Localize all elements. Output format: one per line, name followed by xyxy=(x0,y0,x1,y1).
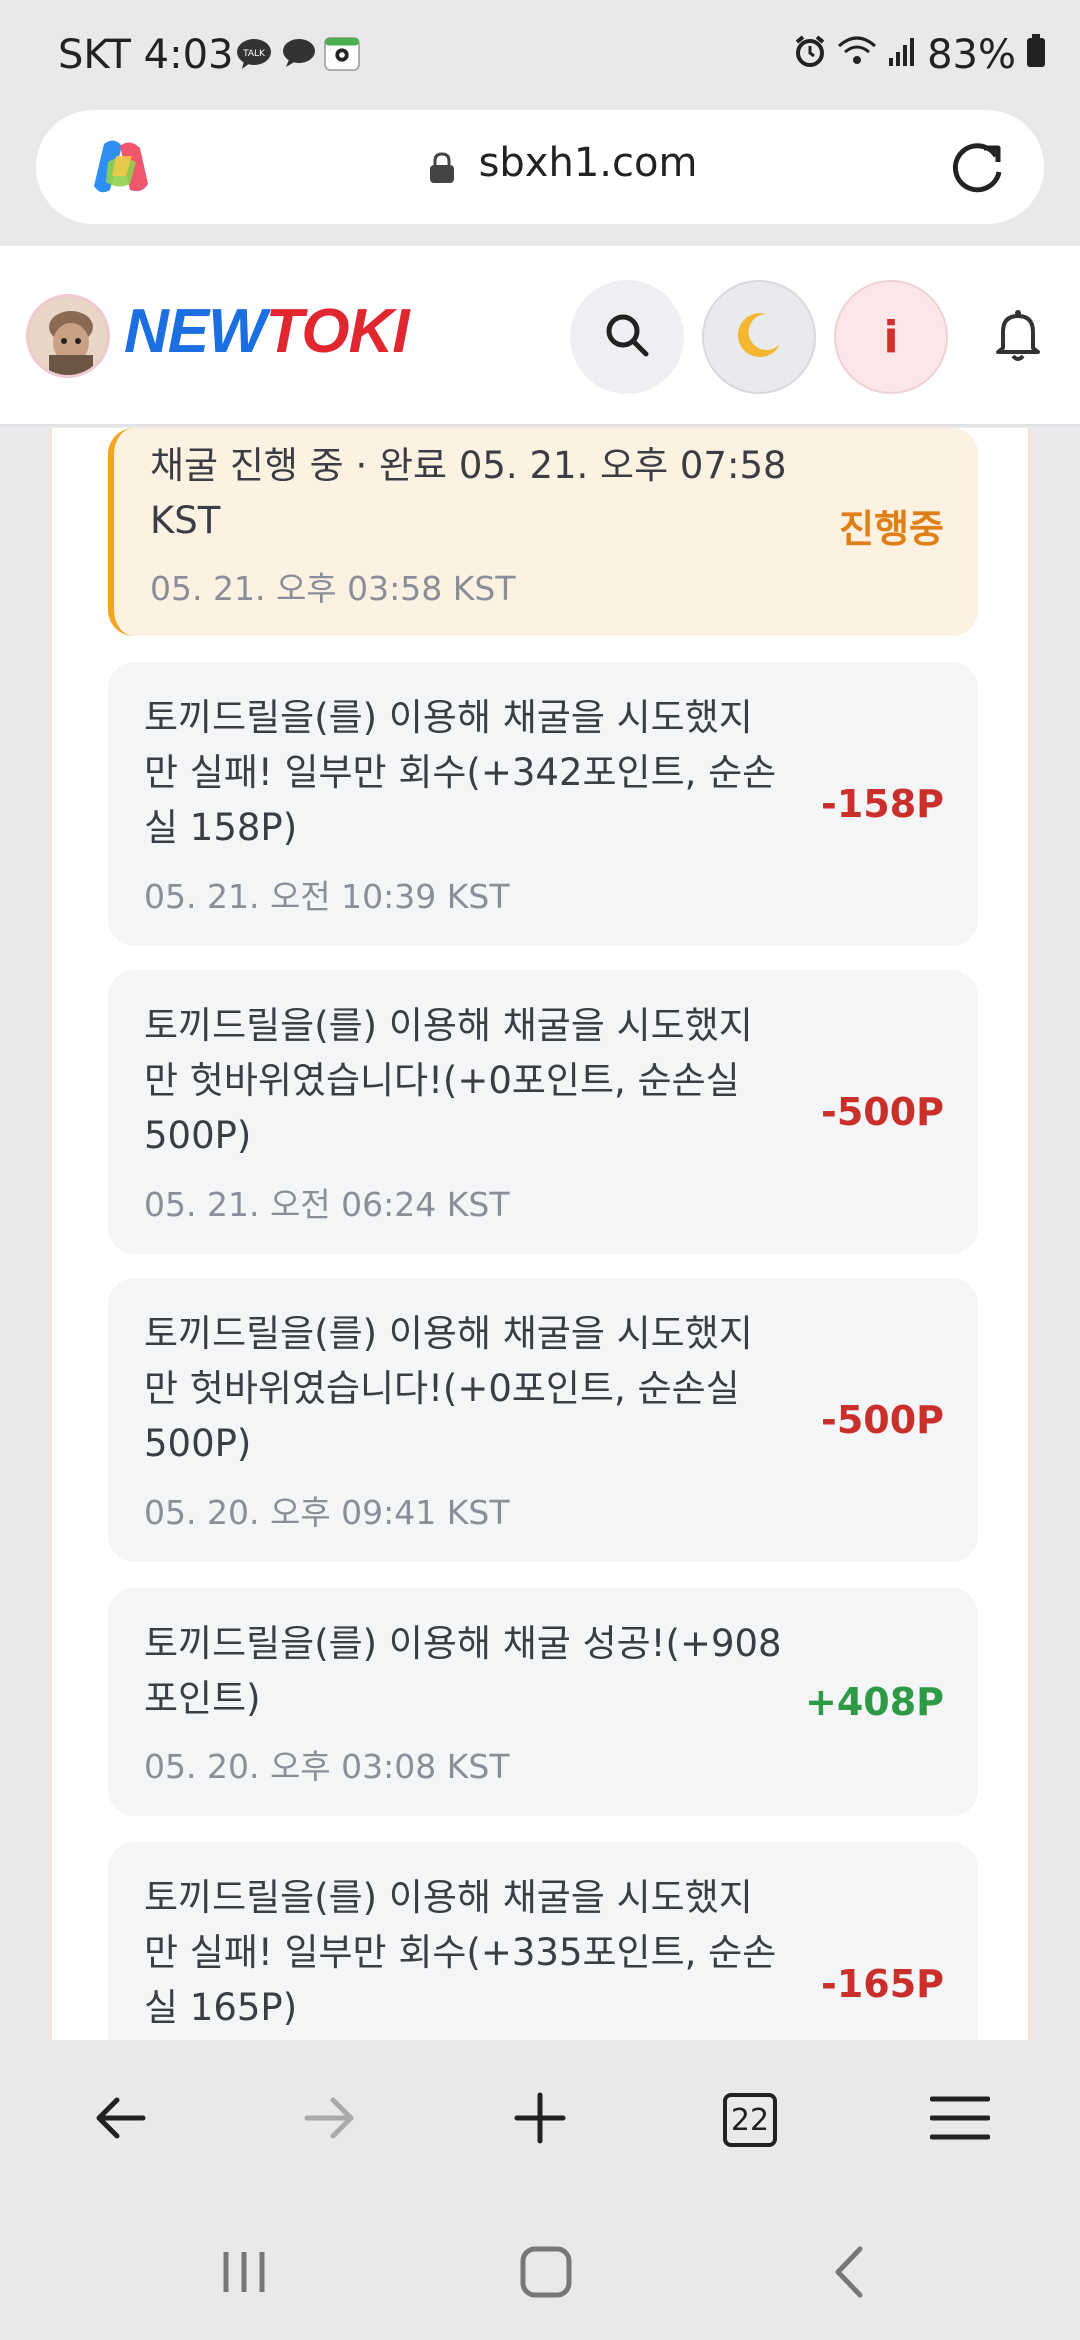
history-item-amount: -500P xyxy=(821,1090,944,1134)
history-panel: 채굴 진행 중 · 완료 05. 21. 오후 07:58 KST 05. 21… xyxy=(50,428,1030,2040)
map-pin-icon xyxy=(324,36,360,72)
history-item-text: 토끼드릴을(를) 이용해 채굴을 시도했지만 헛바위였습니다!(+0포인트, 순… xyxy=(144,1312,753,1465)
status-right: 83% xyxy=(793,32,1046,78)
status-app-icons: TALK xyxy=(236,36,360,72)
history-item-date: 05. 20. 오후 03:08 KST xyxy=(144,1747,510,1786)
status-bar: SKT 4:03 TALK 83% xyxy=(0,0,1080,110)
site-header: NEWTOKI i xyxy=(0,246,1080,426)
site-mascot-avatar[interactable] xyxy=(26,294,110,378)
tab-count: 22 xyxy=(723,2093,777,2147)
system-navigation xyxy=(0,2200,1080,2340)
new-tab-button[interactable] xyxy=(500,2080,580,2160)
site-logo-toki: TOKI xyxy=(265,297,410,366)
history-item-amount: +408P xyxy=(804,1680,944,1724)
search-button[interactable] xyxy=(570,280,684,394)
chevron-left-icon xyxy=(830,2245,870,2303)
dark-mode-toggle[interactable] xyxy=(702,280,816,394)
hamburger-menu-icon xyxy=(929,2095,991,2145)
home-button[interactable] xyxy=(506,2234,586,2314)
history-item-date: 05. 21. 오전 10:39 KST xyxy=(144,877,510,916)
search-icon xyxy=(604,312,650,362)
notifications-button[interactable] xyxy=(968,280,1068,394)
history-item-active[interactable]: 채굴 진행 중 · 완료 05. 21. 오후 07:58 KST 05. 21… xyxy=(108,428,978,636)
chat-bubble-icon xyxy=(280,36,316,72)
history-item-date: 05. 21. 오후 03:58 KST xyxy=(150,569,516,608)
arrow-right-icon xyxy=(303,2096,357,2144)
alarm-icon xyxy=(793,32,827,78)
talk-icon: TALK xyxy=(236,36,272,72)
info-button[interactable]: i xyxy=(834,280,948,394)
history-item[interactable]: 토끼드릴을(를) 이용해 채굴을 시도했지만 실패! 일부만 회수(+342포인… xyxy=(108,662,978,946)
wifi-icon xyxy=(837,32,877,78)
mining-history[interactable]: 채굴 진행 중 · 완료 05. 21. 오후 07:58 KST 05. 21… xyxy=(0,428,1080,2040)
history-item[interactable]: 토끼드릴을(를) 이용해 채굴 성공!(+908포인트) 05. 20. 오후 … xyxy=(108,1588,978,1816)
history-item[interactable]: 토끼드릴을(를) 이용해 채굴을 시도했지만 헛바위였습니다!(+0포인트, 순… xyxy=(108,970,978,1254)
arrow-left-icon xyxy=(93,2096,147,2144)
recent-apps-button[interactable] xyxy=(204,2234,284,2314)
url-text[interactable]: sbxh1.com xyxy=(448,140,728,186)
battery-icon xyxy=(1026,32,1046,78)
site-logo[interactable]: NEWTOKI xyxy=(124,296,410,367)
recent-apps-icon xyxy=(220,2248,268,2300)
history-item-text: 토끼드릴을(를) 이용해 채굴 성공!(+908포인트) xyxy=(144,1622,782,1720)
history-item-amount: -165P xyxy=(821,1962,944,2006)
plus-icon xyxy=(513,2091,567,2149)
history-item[interactable]: 토끼드릴을(를) 이용해 채굴을 시도했지만 실패! 일부만 회수(+335포인… xyxy=(108,1842,978,2040)
history-item-date: 05. 20. 오후 09:41 KST xyxy=(144,1493,510,1532)
site-logo-new: NEW xyxy=(124,297,267,366)
moon-icon xyxy=(734,310,784,364)
history-item-text: 토끼드릴을(를) 이용해 채굴을 시도했지만 실패! 일부만 회수(+335포인… xyxy=(144,1876,777,2029)
status-badge: 진행중 xyxy=(839,507,944,551)
back-button[interactable] xyxy=(80,2080,160,2160)
system-back-button[interactable] xyxy=(810,2234,890,2314)
history-item-text: 토끼드릴을(를) 이용해 채굴을 시도했지만 실패! 일부만 회수(+342포인… xyxy=(144,696,777,849)
tabs-button[interactable]: 22 xyxy=(710,2080,790,2160)
history-item-text: 토끼드릴을(를) 이용해 채굴을 시도했지만 헛바위였습니다!(+0포인트, 순… xyxy=(144,1004,753,1157)
reload-icon[interactable] xyxy=(944,134,1010,200)
browser-toolbar: 22 xyxy=(0,2040,1080,2200)
home-icon xyxy=(519,2245,573,2303)
signal-icon xyxy=(887,32,917,78)
svg-text:TALK: TALK xyxy=(242,49,266,59)
history-item-amount: -500P xyxy=(821,1398,944,1442)
menu-button[interactable] xyxy=(920,2080,1000,2160)
address-bar[interactable]: sbxh1.com xyxy=(36,110,1044,224)
forward-button[interactable] xyxy=(290,2080,370,2160)
battery-level: 83% xyxy=(927,32,1016,78)
history-item[interactable]: 토끼드릴을(를) 이용해 채굴을 시도했지만 헛바위였습니다!(+0포인트, 순… xyxy=(108,1278,978,1562)
status-time: SKT 4:03 xyxy=(58,32,234,78)
history-item-amount: -158P xyxy=(821,782,944,826)
info-icon: i xyxy=(883,311,899,363)
bell-icon xyxy=(993,308,1043,366)
history-item-date: 05. 21. 오전 06:24 KST xyxy=(144,1185,510,1224)
history-item-text: 채굴 진행 중 · 완료 05. 21. 오후 07:58 KST xyxy=(150,444,787,542)
copilot-logo-icon[interactable] xyxy=(86,132,156,202)
